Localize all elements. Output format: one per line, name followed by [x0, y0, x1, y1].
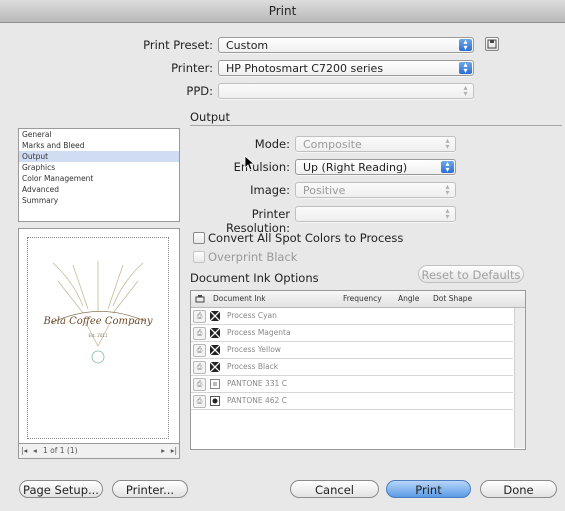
popup-arrows-icon: ▴ ▾ [463, 83, 468, 98]
printer-button[interactable]: Printer... [112, 480, 188, 498]
ink-table-scrollbar[interactable] [514, 308, 525, 448]
spot-ink-icon [210, 396, 220, 406]
window-title: Print [268, 4, 297, 18]
convert-spot-label: Convert All Spot Colors to Process [208, 231, 404, 245]
coffee-logo-artwork: Bela Coffee Company Est. 2011 [43, 261, 153, 364]
emulsion-label: Emulsion: [233, 160, 290, 174]
output-divider [190, 125, 562, 126]
page-indicator: 1 of 1 (1) [43, 446, 78, 455]
process-ink-icon [210, 328, 220, 338]
mode-value: Composite [303, 138, 362, 151]
section-item-marks-and-bleed[interactable]: Marks and Bleed [19, 140, 179, 151]
convert-spot-checkbox[interactable] [193, 232, 205, 244]
ink-row[interactable]: ⎙ PANTONE 462 C [191, 393, 513, 410]
ppd-popup[interactable]: ▴ ▾ [218, 83, 474, 99]
print-ink-toggle-icon[interactable]: ⎙ [193, 310, 206, 323]
window-titlebar: Print [0, 0, 565, 23]
logo-text: Bela Coffee Company [43, 316, 153, 327]
save-icon [487, 39, 497, 49]
popup-arrows-icon: ▴ ▾ [445, 136, 450, 151]
printer-value: HP Photosmart C7200 series [226, 62, 384, 75]
image-label: Image: [250, 183, 290, 197]
next-page-icon[interactable]: ▸ [161, 444, 165, 458]
column-header-document-ink[interactable]: Document Ink [213, 291, 266, 307]
mode-label: Mode: [254, 137, 290, 151]
column-header-dot-shape[interactable]: Dot Shape [433, 291, 472, 307]
print-ink-toggle-icon[interactable]: ⎙ [193, 344, 206, 357]
ink-table: Document Ink Frequency Angle Dot Shape ⎙… [190, 290, 526, 450]
first-page-icon[interactable]: |◂ [21, 444, 27, 458]
overprint-black-label: Overprint Black [208, 250, 298, 264]
popup-arrows-icon: ▴ ▾ [445, 206, 450, 221]
process-ink-icon [210, 311, 220, 321]
popup-arrows-icon: ▴ ▾ [459, 61, 472, 75]
image-value: Positive [303, 184, 346, 197]
print-preset-popup[interactable]: Custom ▴ ▾ [218, 37, 474, 53]
section-item-advanced[interactable]: Advanced [19, 184, 179, 195]
print-button[interactable]: Print [386, 480, 471, 498]
print-ink-toggle-icon[interactable]: ⎙ [193, 395, 206, 408]
emulsion-popup[interactable]: Up (Right Reading) ▴ ▾ [295, 159, 456, 175]
logo-sub: Est. 2011 [89, 333, 108, 338]
printer-icon [195, 295, 205, 303]
page-navigation: |◂ ◂ 1 of 1 (1) ▸ ▸| [18, 443, 180, 459]
ink-row[interactable]: ⎙ Process Black [191, 359, 513, 376]
mode-popup[interactable]: Composite ▴ ▾ [295, 136, 456, 152]
ink-name: Process Black [227, 362, 279, 371]
section-item-graphics[interactable]: Graphics [19, 162, 179, 173]
ink-table-header: Document Ink Frequency Angle Dot Shape [191, 291, 525, 308]
cancel-button[interactable]: Cancel [290, 480, 379, 498]
save-preset-button[interactable] [485, 37, 499, 51]
ink-name: PANTONE 331 C [227, 379, 287, 388]
mouse-cursor-icon [244, 155, 256, 171]
ink-row[interactable]: ⎙ Process Magenta [191, 325, 513, 342]
section-item-color-management[interactable]: Color Management [19, 173, 179, 184]
popup-arrows-icon: ▴ ▾ [445, 182, 450, 197]
print-preview: Bela Coffee Company Est. 2011 [18, 228, 180, 450]
ink-row[interactable]: ⎙ Process Cyan [191, 308, 513, 325]
output-heading: Output [190, 110, 230, 124]
process-ink-icon [210, 362, 220, 372]
overprint-black-checkbox[interactable] [193, 251, 205, 263]
section-item-general[interactable]: General [19, 129, 179, 140]
ink-name: Process Magenta [227, 328, 291, 337]
done-button[interactable]: Done [480, 480, 557, 498]
section-item-output[interactable]: Output [19, 151, 179, 162]
printer-popup[interactable]: HP Photosmart C7200 series ▴ ▾ [218, 60, 474, 76]
last-page-icon[interactable]: ▸| [171, 444, 177, 458]
ppd-label: PPD: [186, 84, 213, 98]
printer-label: Printer: [171, 61, 213, 75]
print-ink-toggle-icon[interactable]: ⎙ [193, 327, 206, 340]
reset-to-defaults-button[interactable]: Reset to Defaults [418, 265, 524, 283]
ink-row[interactable]: ⎙ PANTONE 331 C [191, 376, 513, 393]
emulsion-value: Up (Right Reading) [303, 161, 408, 174]
print-preset-value: Custom [226, 39, 269, 52]
ink-name: Process Yellow [227, 345, 281, 354]
spot-ink-icon [210, 379, 220, 389]
popup-arrows-icon: ▴ ▾ [459, 38, 472, 52]
print-ink-toggle-icon[interactable]: ⎙ [193, 361, 206, 374]
section-list[interactable]: General Marks and Bleed Output Graphics … [18, 128, 180, 222]
section-item-summary[interactable]: Summary [19, 195, 179, 206]
ink-name: PANTONE 462 C [227, 396, 287, 405]
ink-row[interactable]: ⎙ Process Yellow [191, 342, 513, 359]
previous-page-icon[interactable]: ◂ [33, 444, 37, 458]
ink-options-heading: Document Ink Options [190, 271, 319, 285]
resolution-popup[interactable]: ▴ ▾ [295, 206, 456, 222]
print-preset-label: Print Preset: [143, 38, 213, 52]
process-ink-icon [210, 345, 220, 355]
page-setup-button[interactable]: Page Setup... [19, 480, 103, 498]
print-ink-toggle-icon[interactable]: ⎙ [193, 378, 206, 391]
popup-arrows-icon: ▴ ▾ [441, 160, 454, 174]
image-popup[interactable]: Positive ▴ ▾ [295, 182, 456, 198]
column-header-frequency[interactable]: Frequency [343, 291, 382, 307]
column-header-angle[interactable]: Angle [398, 291, 419, 307]
ink-name: Process Cyan [227, 311, 277, 320]
